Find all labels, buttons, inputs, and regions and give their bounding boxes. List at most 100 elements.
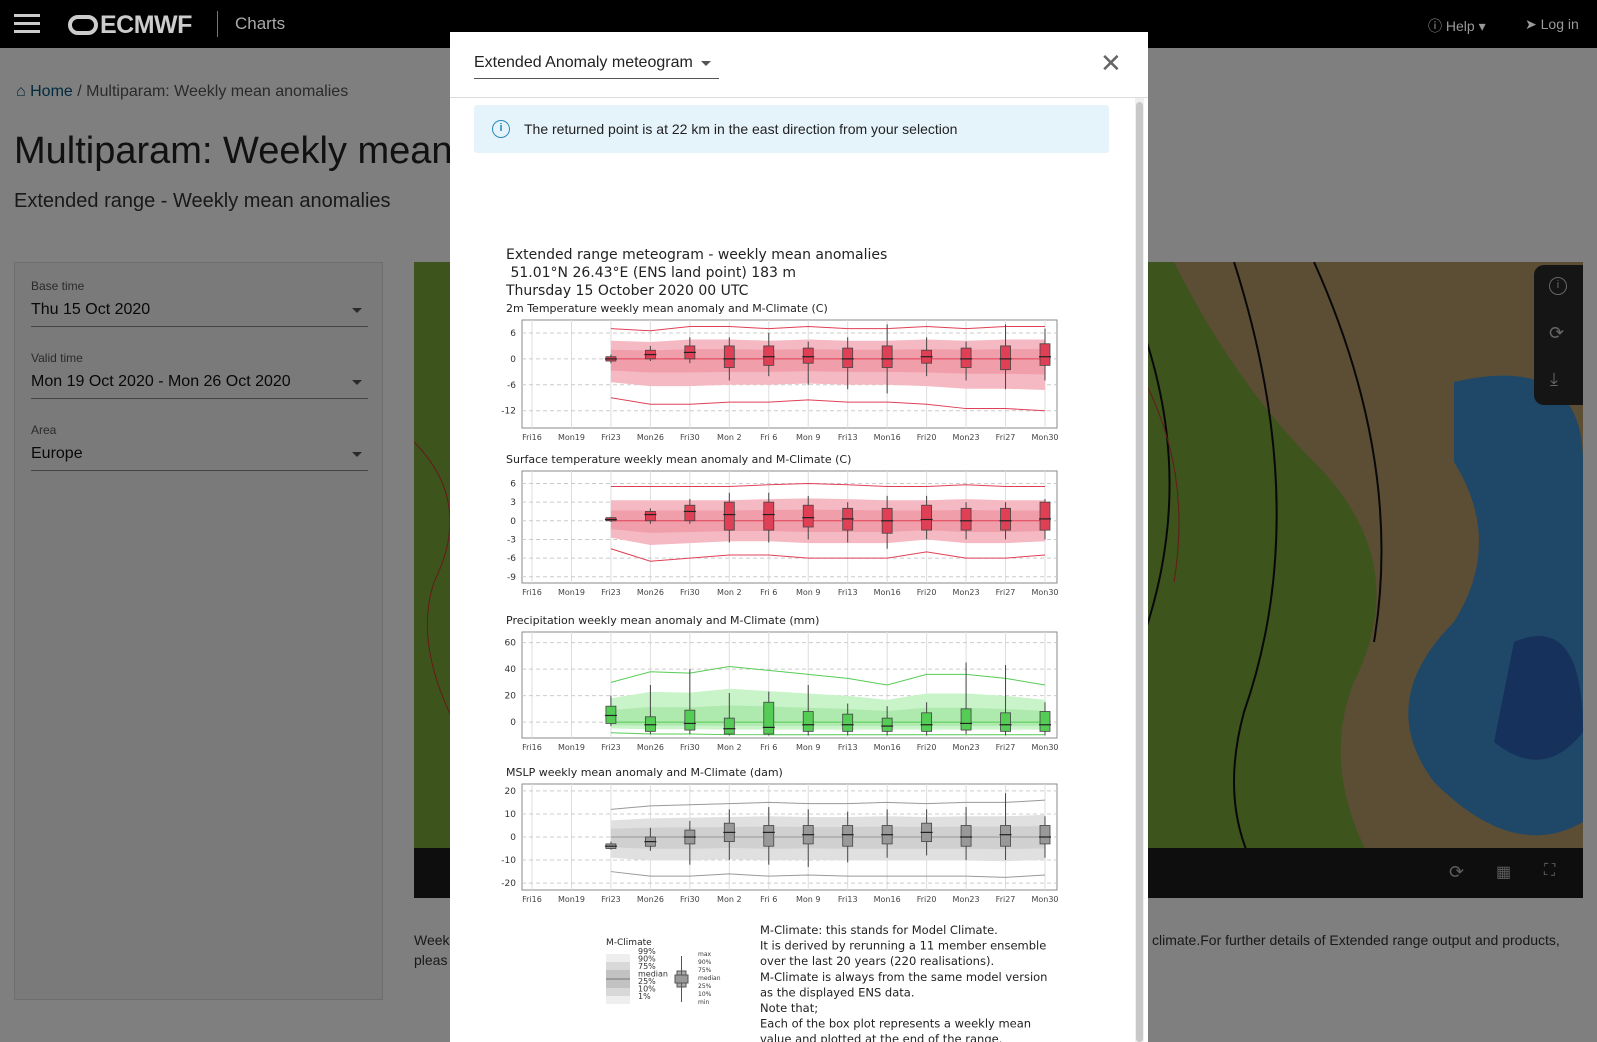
y-tick-label: -9: [507, 573, 516, 583]
info-alert: i The returned point is at 22 km in the …: [474, 105, 1109, 153]
box-iqr: [802, 504, 814, 528]
meteogram-title: Extended range meteogram - weekly mean a…: [506, 247, 887, 263]
x-tick-label: Mon 2: [717, 433, 742, 442]
legend-right-label: min: [698, 999, 710, 1006]
x-tick-label: Mon19: [558, 433, 585, 442]
x-tick-label: Fri20: [917, 743, 937, 752]
navbar-divider: [217, 11, 218, 37]
box-iqr: [684, 504, 696, 522]
x-tick-label: Mon16: [874, 743, 901, 752]
panel-title: Surface temperature weekly mean anomaly …: [506, 453, 851, 466]
x-tick-label: Fri27: [996, 433, 1016, 442]
box-iqr: [842, 825, 854, 847]
x-tick-label: Fri20: [917, 588, 937, 597]
x-tick-label: Mon23: [953, 433, 980, 442]
box-iqr: [763, 825, 775, 847]
mclimate-band-inner: [610, 825, 1045, 850]
y-tick-label: -12: [501, 407, 516, 417]
x-tick-label: Mon19: [558, 588, 585, 597]
modal-header: Extended Anomaly meteogram ✕: [450, 32, 1148, 98]
box-iqr: [644, 716, 656, 732]
meteogram-date: Thursday 15 October 2020 00 UTC: [505, 283, 749, 299]
y-tick-label: 0: [510, 833, 516, 843]
x-tick-label: Fri30: [680, 743, 700, 752]
x-tick-label: Mon 9: [796, 588, 821, 597]
x-tick-label: Mon26: [637, 588, 664, 597]
mclimate-band-inner: [610, 705, 1045, 726]
x-tick-label: Mon16: [874, 895, 901, 904]
ecmwf-logo[interactable]: ECMWF: [68, 11, 192, 40]
panel-title: 2m Temperature weekly mean anomaly and M…: [506, 302, 828, 315]
legend-right-label: 25%: [698, 983, 712, 990]
box-iqr: [960, 825, 972, 847]
box-iqr: [644, 511, 656, 522]
x-tick-label: Fri16: [522, 588, 542, 597]
mclimate-note-line: as the displayed ENS data.: [760, 985, 914, 999]
scrollbar-thumb[interactable]: [1136, 102, 1143, 1042]
login-link[interactable]: ➤ Log in: [1525, 16, 1579, 33]
x-tick-label: Fri 6: [760, 743, 777, 752]
x-tick-label: Mon26: [637, 895, 664, 904]
x-tick-label: Mon 9: [796, 433, 821, 442]
hamburger-menu-icon[interactable]: [14, 14, 40, 34]
box-iqr: [960, 708, 972, 731]
legend-right-label: median: [698, 975, 721, 982]
x-tick-label: Mon30: [1031, 743, 1058, 752]
box-iqr: [605, 705, 617, 724]
x-tick-label: Fri23: [601, 895, 621, 904]
x-tick-label: Fri20: [917, 433, 937, 442]
x-tick-label: Fri 6: [760, 588, 777, 597]
panel-title: Precipitation weekly mean anomaly and M-…: [506, 614, 819, 627]
x-tick-label: Mon 9: [796, 743, 821, 752]
mclimate-note-line: It is derived by rerunning a 11 member e…: [760, 939, 1046, 953]
y-tick-label: 0: [510, 718, 516, 728]
box-iqr: [802, 711, 814, 732]
y-tick-label: 0: [510, 355, 516, 365]
box-iqr: [921, 712, 933, 732]
box-iqr: [1039, 711, 1051, 732]
y-tick-label: 20: [505, 787, 517, 797]
box-iqr: [960, 347, 972, 368]
box-iqr: [1039, 343, 1051, 366]
x-tick-label: Fri23: [601, 433, 621, 442]
legend-right-label: 90%: [698, 959, 712, 966]
y-tick-label: 0: [510, 517, 516, 527]
box-iqr: [921, 504, 933, 531]
x-tick-label: Mon19: [558, 895, 585, 904]
box-iqr: [1039, 501, 1051, 531]
y-tick-label: -6: [507, 381, 516, 391]
close-icon[interactable]: ✕: [1100, 50, 1122, 76]
mclimate-band-inner: [610, 349, 1045, 375]
y-tick-label: 60: [505, 639, 517, 649]
meteogram-image: Extended range meteogram - weekly mean a…: [501, 247, 1058, 1042]
x-tick-label: Mon19: [558, 743, 585, 752]
info-alert-text: The returned point is at 22 km in the ea…: [524, 121, 958, 137]
x-tick-label: Mon23: [953, 588, 980, 597]
x-tick-label: Fri13: [838, 895, 858, 904]
mclimate-note-line: Each of the box plot represents a weekly…: [760, 1017, 1031, 1031]
box-iqr: [881, 717, 893, 732]
box-iqr: [1000, 507, 1011, 531]
x-tick-label: Fri27: [996, 743, 1016, 752]
modal-scrollbar[interactable]: [1135, 98, 1144, 1042]
legend-right-label: 10%: [698, 991, 712, 998]
box-iqr: [723, 717, 735, 735]
x-tick-label: Mon26: [637, 433, 664, 442]
meteogram-location: 51.01°N 26.43°E (ENS land point) 183 m: [506, 265, 796, 281]
box-iqr: [842, 347, 854, 368]
box-iqr: [960, 507, 972, 531]
x-tick-label: Fri 6: [760, 895, 777, 904]
x-tick-label: Fri16: [522, 895, 542, 904]
product-select-value: Extended Anomaly meteogram: [474, 54, 693, 71]
app-title[interactable]: Charts: [235, 14, 285, 34]
mclimate-note-line: M-Climate is always from the same model …: [760, 970, 1047, 984]
y-tick-label: -3: [507, 535, 516, 545]
x-tick-label: Fri13: [838, 743, 858, 752]
x-tick-label: Fri20: [917, 895, 937, 904]
product-select[interactable]: Extended Anomaly meteogram: [474, 54, 719, 79]
x-tick-label: Mon26: [637, 743, 664, 752]
y-tick-label: 20: [505, 692, 517, 702]
box-iqr: [842, 713, 854, 732]
y-tick-label: -10: [501, 856, 516, 866]
help-menu[interactable]: ⓘ Help ▾: [1428, 16, 1486, 36]
